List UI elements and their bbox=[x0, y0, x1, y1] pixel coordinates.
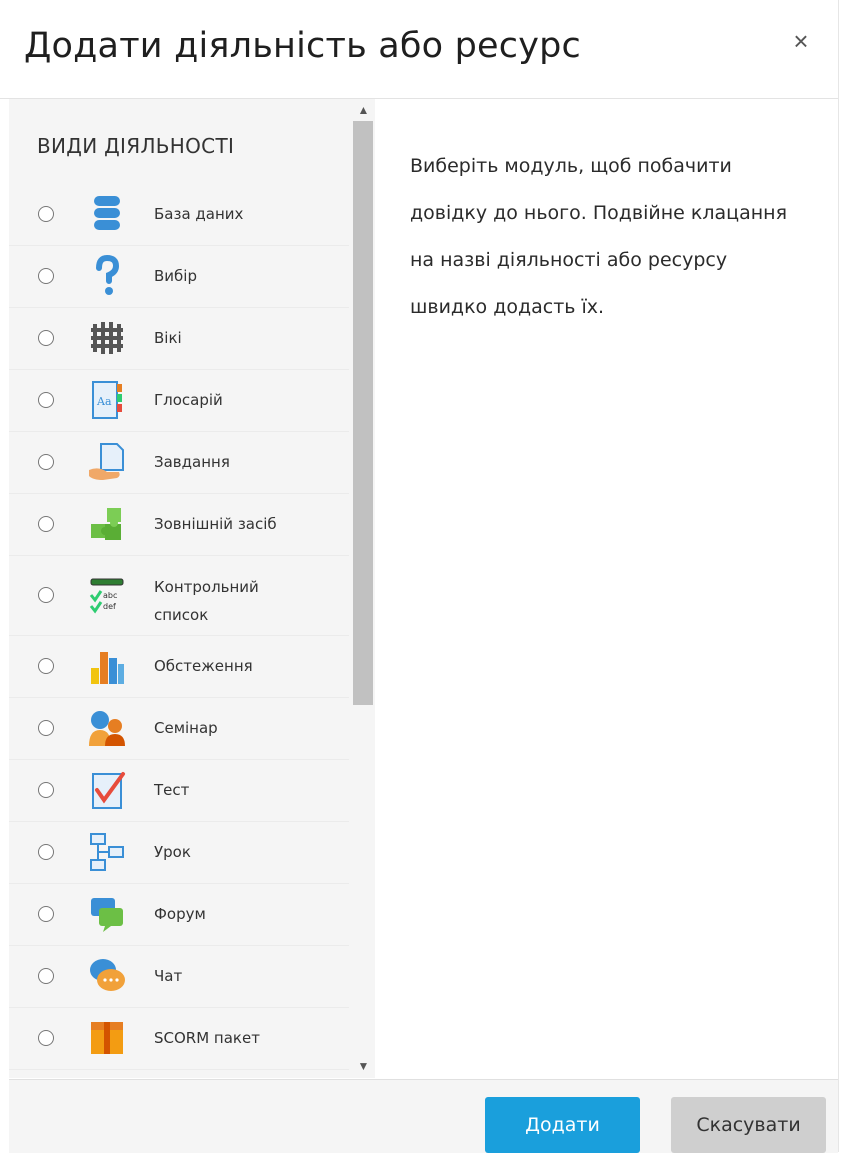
radio-button[interactable] bbox=[38, 587, 54, 603]
option-label: База даних bbox=[154, 205, 244, 223]
workshop-people-icon bbox=[85, 706, 129, 750]
radio-button[interactable] bbox=[38, 720, 54, 736]
option-label: Чат bbox=[154, 967, 183, 985]
option-quiz[interactable]: Тест bbox=[9, 759, 349, 822]
glossary-icon: Aa bbox=[85, 378, 129, 422]
radio-button[interactable] bbox=[38, 844, 54, 860]
add-button[interactable]: Додати bbox=[485, 1097, 640, 1153]
option-label: Глосарій bbox=[154, 391, 223, 409]
radio-button[interactable] bbox=[38, 454, 54, 470]
option-label: Урок bbox=[154, 843, 191, 861]
section-title: ВИДИ ДІЯЛЬНОСТІ bbox=[37, 134, 235, 158]
dialog-title: Додати діяльність або ресурс bbox=[24, 26, 581, 66]
cancel-button[interactable]: Скасувати bbox=[671, 1097, 826, 1153]
dialog-header: Додати діяльність або ресурс × bbox=[0, 0, 838, 99]
add-activity-dialog: Додати діяльність або ресурс × ВИДИ ДІЯЛ… bbox=[0, 0, 839, 1153]
option-scorm[interactable]: SCORM пакет bbox=[9, 1007, 349, 1070]
option-label: Семінар bbox=[154, 719, 218, 737]
option-forum[interactable]: Форум bbox=[9, 883, 349, 946]
chat-bubble-icon bbox=[85, 954, 129, 998]
assignment-icon bbox=[85, 440, 129, 484]
radio-button[interactable] bbox=[38, 1030, 54, 1046]
option-assignment[interactable]: Завдання bbox=[9, 431, 349, 494]
quiz-check-icon bbox=[85, 768, 129, 812]
radio-button[interactable] bbox=[38, 268, 54, 284]
radio-button[interactable] bbox=[38, 392, 54, 408]
scroll-down-icon[interactable]: ▼ bbox=[352, 1057, 375, 1075]
option-wiki[interactable]: Вікі bbox=[9, 307, 349, 370]
option-label: Завдання bbox=[154, 453, 230, 471]
radio-button[interactable] bbox=[38, 968, 54, 984]
option-external-tool[interactable]: Зовнішній засіб bbox=[9, 493, 349, 556]
option-label: Зовнішній засіб bbox=[154, 515, 277, 533]
forum-icon bbox=[85, 892, 129, 936]
option-survey[interactable]: Обстеження bbox=[9, 635, 349, 698]
radio-button[interactable] bbox=[38, 906, 54, 922]
close-icon[interactable]: × bbox=[786, 26, 816, 56]
wiki-icon bbox=[85, 316, 129, 360]
scroll-up-icon[interactable]: ▲ bbox=[352, 101, 375, 119]
puzzle-icon bbox=[85, 502, 129, 546]
radio-button[interactable] bbox=[38, 516, 54, 532]
svg-text:def: def bbox=[103, 602, 116, 611]
radio-button[interactable] bbox=[38, 658, 54, 674]
option-choice[interactable]: Вибір bbox=[9, 245, 349, 308]
option-label: Контрольний список bbox=[154, 578, 259, 624]
scrollbar-thumb[interactable] bbox=[353, 121, 373, 705]
option-label: Тест bbox=[154, 781, 190, 799]
question-icon bbox=[85, 254, 129, 298]
option-chat[interactable]: Чат bbox=[9, 945, 349, 1008]
option-label: Форум bbox=[154, 905, 206, 923]
option-workshop[interactable]: Семінар bbox=[9, 697, 349, 760]
option-label: Вибір bbox=[154, 267, 197, 285]
checklist-icon: abc def bbox=[85, 573, 129, 617]
option-checklist[interactable]: abc def Контрольний список bbox=[9, 555, 349, 636]
option-glossary[interactable]: Aa Глосарій bbox=[9, 369, 349, 432]
svg-text:Aa: Aa bbox=[96, 395, 112, 408]
survey-chart-icon bbox=[85, 644, 129, 688]
lesson-flow-icon bbox=[85, 830, 129, 874]
option-label: Вікі bbox=[154, 329, 182, 347]
option-label: SCORM пакет bbox=[154, 1029, 260, 1047]
radio-button[interactable] bbox=[38, 206, 54, 222]
radio-button[interactable] bbox=[38, 330, 54, 346]
radio-button[interactable] bbox=[38, 782, 54, 798]
scorm-package-icon bbox=[85, 1016, 129, 1060]
help-text: Виберіть модуль, щоб побачити довідку до… bbox=[410, 155, 788, 318]
option-lesson[interactable]: Урок bbox=[9, 821, 349, 884]
list-scrollbar[interactable]: ▲ ▼ bbox=[352, 99, 375, 1078]
svg-text:abc: abc bbox=[103, 591, 117, 600]
option-label: Обстеження bbox=[154, 657, 253, 675]
database-icon bbox=[85, 192, 129, 236]
dialog-footer: Додати Скасувати bbox=[9, 1079, 838, 1153]
option-database[interactable]: База даних bbox=[9, 183, 349, 246]
activity-list-pane: ВИДИ ДІЯЛЬНОСТІ База даних Вибір Вікі Aa… bbox=[9, 99, 375, 1078]
